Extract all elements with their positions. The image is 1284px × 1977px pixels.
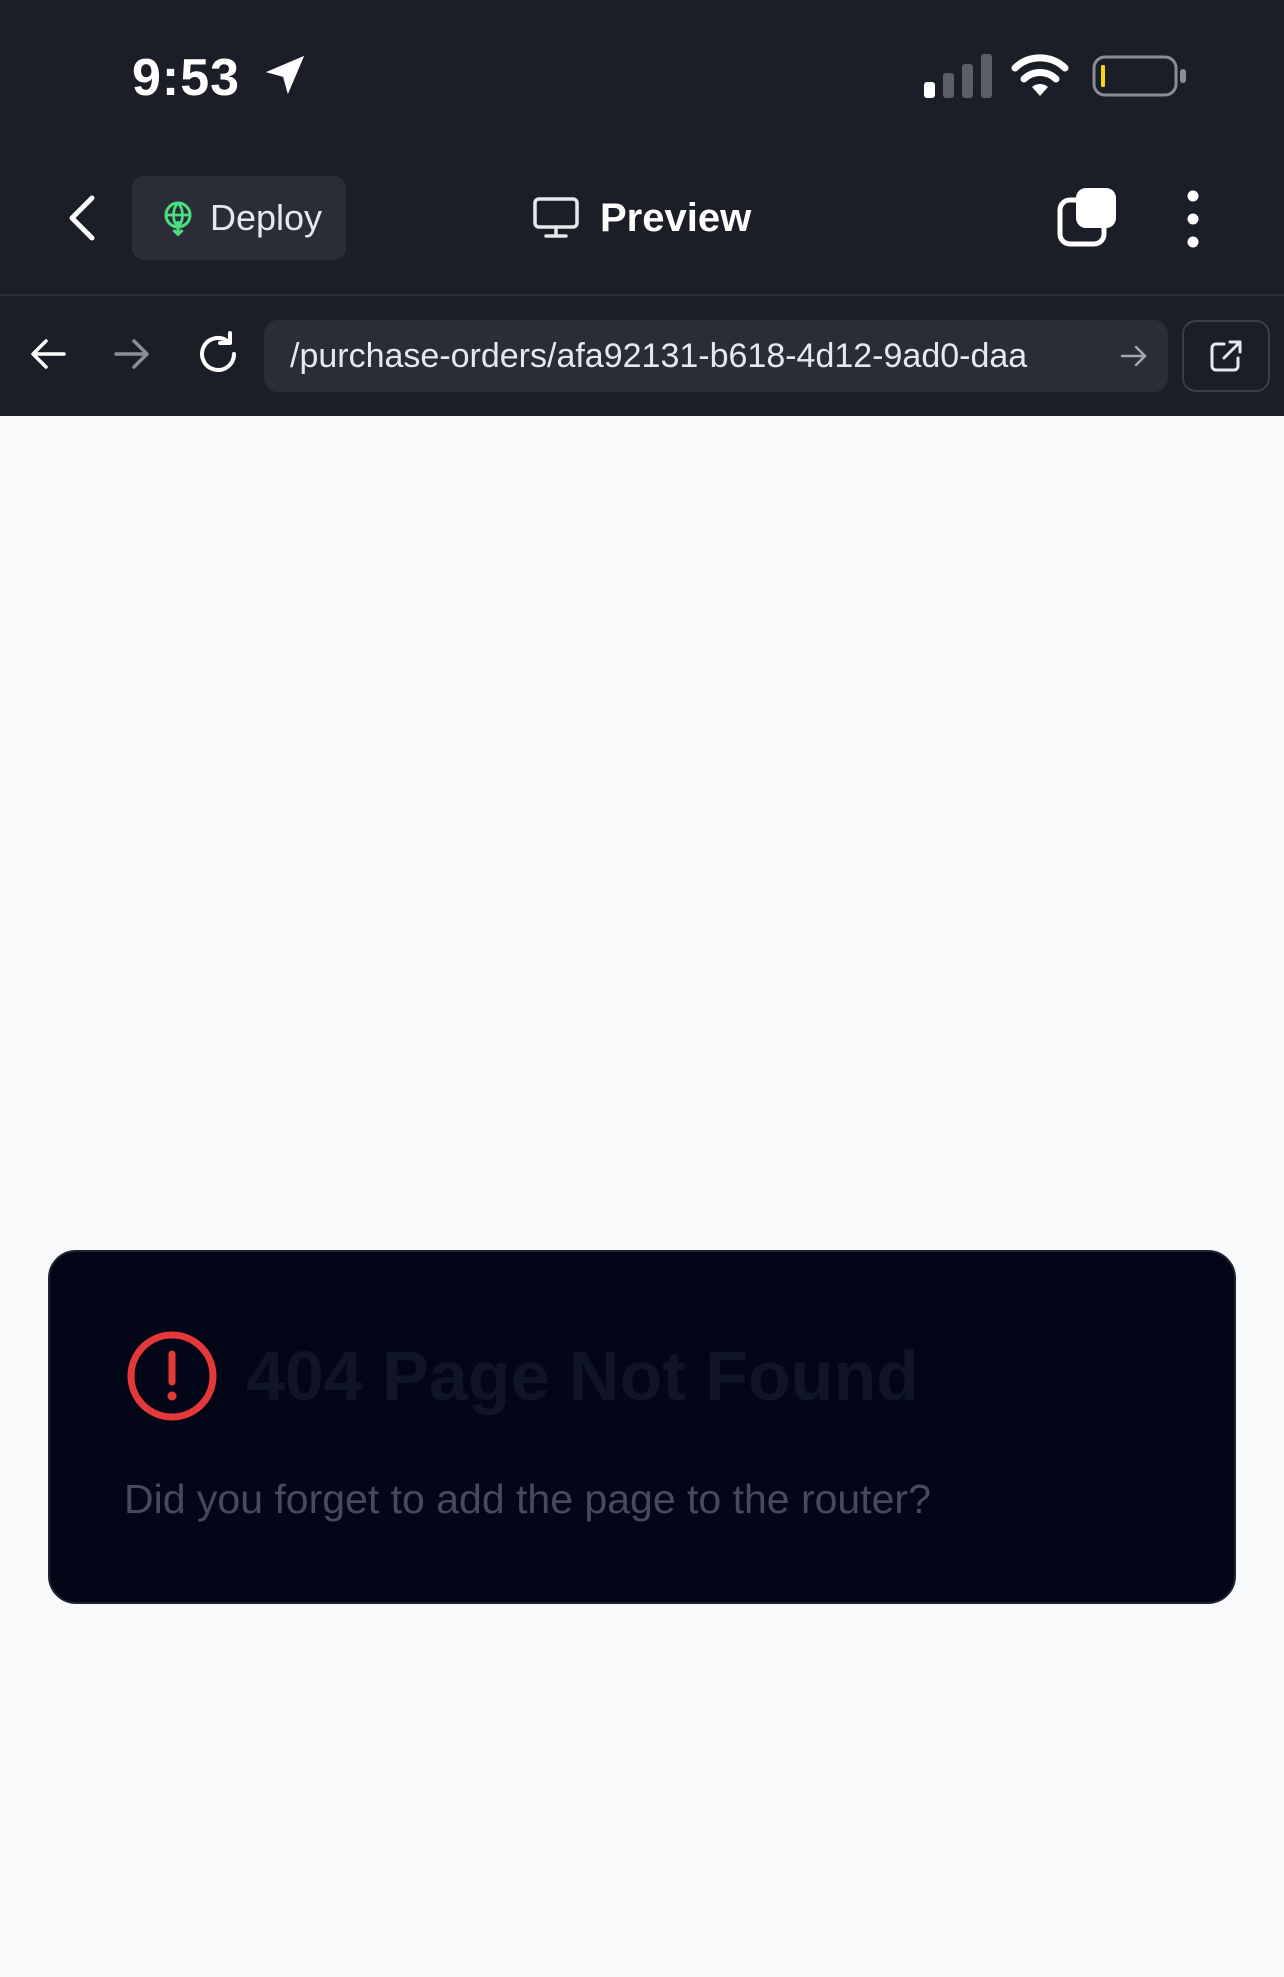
open-external-button[interactable] bbox=[1182, 320, 1270, 392]
wifi-icon bbox=[1011, 54, 1069, 96]
battery-icon bbox=[1092, 55, 1186, 97]
error-card: 404 Page Not Found Did you forget to add… bbox=[48, 1250, 1236, 1604]
app-header: 9:53 Deploy Preview /purchase-orders/afa… bbox=[0, 0, 1284, 416]
cellular-signal-icon bbox=[924, 54, 992, 98]
url-go-arrow-icon[interactable] bbox=[1120, 342, 1148, 370]
location-arrow-icon bbox=[265, 55, 305, 95]
external-link-icon bbox=[1210, 340, 1242, 372]
browser-back-icon[interactable] bbox=[28, 334, 68, 374]
deploy-button[interactable]: Deploy bbox=[132, 176, 346, 260]
reload-icon[interactable] bbox=[194, 330, 242, 378]
monitor-icon bbox=[533, 197, 579, 238]
url-input[interactable]: /purchase-orders/afa92131-b618-4d12-9ad0… bbox=[264, 320, 1168, 392]
tabs-icon[interactable] bbox=[1056, 186, 1118, 248]
preview-title[interactable]: Preview bbox=[532, 190, 751, 246]
error-title: 404 Page Not Found bbox=[246, 1337, 919, 1415]
error-message: Did you forget to add the page to the ro… bbox=[124, 1476, 931, 1522]
alert-circle-icon bbox=[127, 1331, 217, 1421]
url-text: /purchase-orders/afa92131-b618-4d12-9ad0… bbox=[290, 336, 1028, 375]
more-menu-icon[interactable] bbox=[1178, 188, 1208, 250]
header-divider bbox=[0, 294, 1284, 296]
preview-label: Preview bbox=[600, 195, 752, 240]
browser-forward-icon[interactable] bbox=[112, 334, 152, 374]
back-chevron-icon[interactable] bbox=[62, 194, 102, 242]
deploy-label: Deploy bbox=[210, 197, 323, 238]
status-time: 9:53 bbox=[132, 49, 241, 107]
deploy-globe-icon bbox=[164, 201, 192, 236]
